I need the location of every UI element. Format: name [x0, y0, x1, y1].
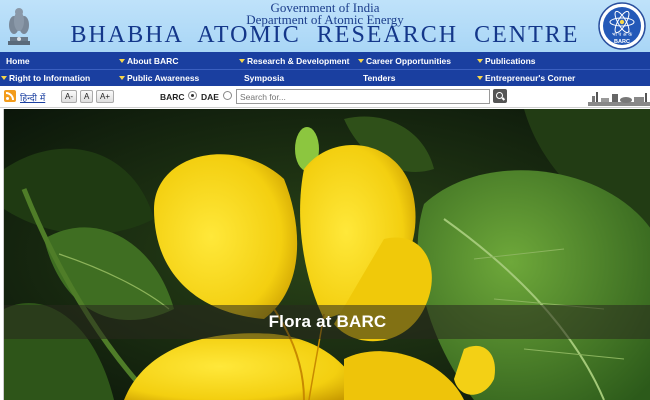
- dropdown-arrow-icon: [477, 59, 483, 63]
- dropdown-arrow-icon: [239, 59, 245, 63]
- font-increase-button[interactable]: A+: [96, 90, 115, 103]
- hindi-link[interactable]: हिन्दी में: [20, 91, 45, 104]
- radio-barc-label: BARC: [160, 92, 185, 102]
- search-icon[interactable]: [493, 89, 507, 103]
- utility-toolbar: हिन्दी में A- A A+ BARC DAE: [0, 86, 650, 108]
- flower-photo: [4, 109, 650, 400]
- nav-tenders[interactable]: Tenders: [363, 73, 395, 83]
- nav-entrepreneurs-corner[interactable]: Entrepreneur's Corner: [477, 73, 575, 83]
- dropdown-arrow-icon: [477, 76, 483, 80]
- nav-public-awareness[interactable]: Public Awareness: [119, 73, 199, 83]
- font-normal-button[interactable]: A: [80, 90, 94, 103]
- nav-career-opportunities[interactable]: Career Opportunities: [358, 56, 451, 66]
- search-input[interactable]: [236, 89, 490, 104]
- site-title: BHABHA ATOMIC RESEARCH CENTRE: [70, 22, 580, 48]
- dropdown-arrow-icon: [1, 76, 7, 80]
- nav-symposia[interactable]: Symposia: [244, 73, 284, 83]
- nav-research-development[interactable]: Research & Development: [239, 56, 350, 66]
- barc-logo-icon[interactable]: भा प अ के BARC: [598, 2, 646, 50]
- site-header: Government of India Department of Atomic…: [0, 0, 650, 52]
- banner-caption: Flora at BARC: [268, 312, 387, 331]
- logo-barc-text: BARC: [614, 39, 630, 45]
- rss-icon[interactable]: [4, 90, 16, 102]
- hero-banner[interactable]: Flora at BARC: [3, 109, 650, 400]
- nav-about-barc[interactable]: About BARC: [119, 56, 178, 66]
- logo-hindi-text: भा प अ के: [612, 31, 632, 38]
- nav-publications[interactable]: Publications: [477, 56, 536, 66]
- nav-divider: [0, 69, 650, 70]
- dropdown-arrow-icon: [119, 59, 125, 63]
- main-navigation: Home About BARC Research & Development C…: [0, 52, 650, 86]
- nav-right-to-information[interactable]: Right to Information: [1, 73, 90, 83]
- radio-dae-label: DAE: [201, 92, 219, 102]
- font-decrease-button[interactable]: A-: [61, 90, 77, 103]
- dropdown-arrow-icon: [119, 76, 125, 80]
- radio-dae[interactable]: [223, 91, 232, 100]
- dropdown-arrow-icon: [358, 59, 364, 63]
- campus-skyline-icon: [588, 92, 650, 106]
- radio-barc[interactable]: [188, 91, 197, 100]
- nav-home[interactable]: Home: [6, 56, 30, 66]
